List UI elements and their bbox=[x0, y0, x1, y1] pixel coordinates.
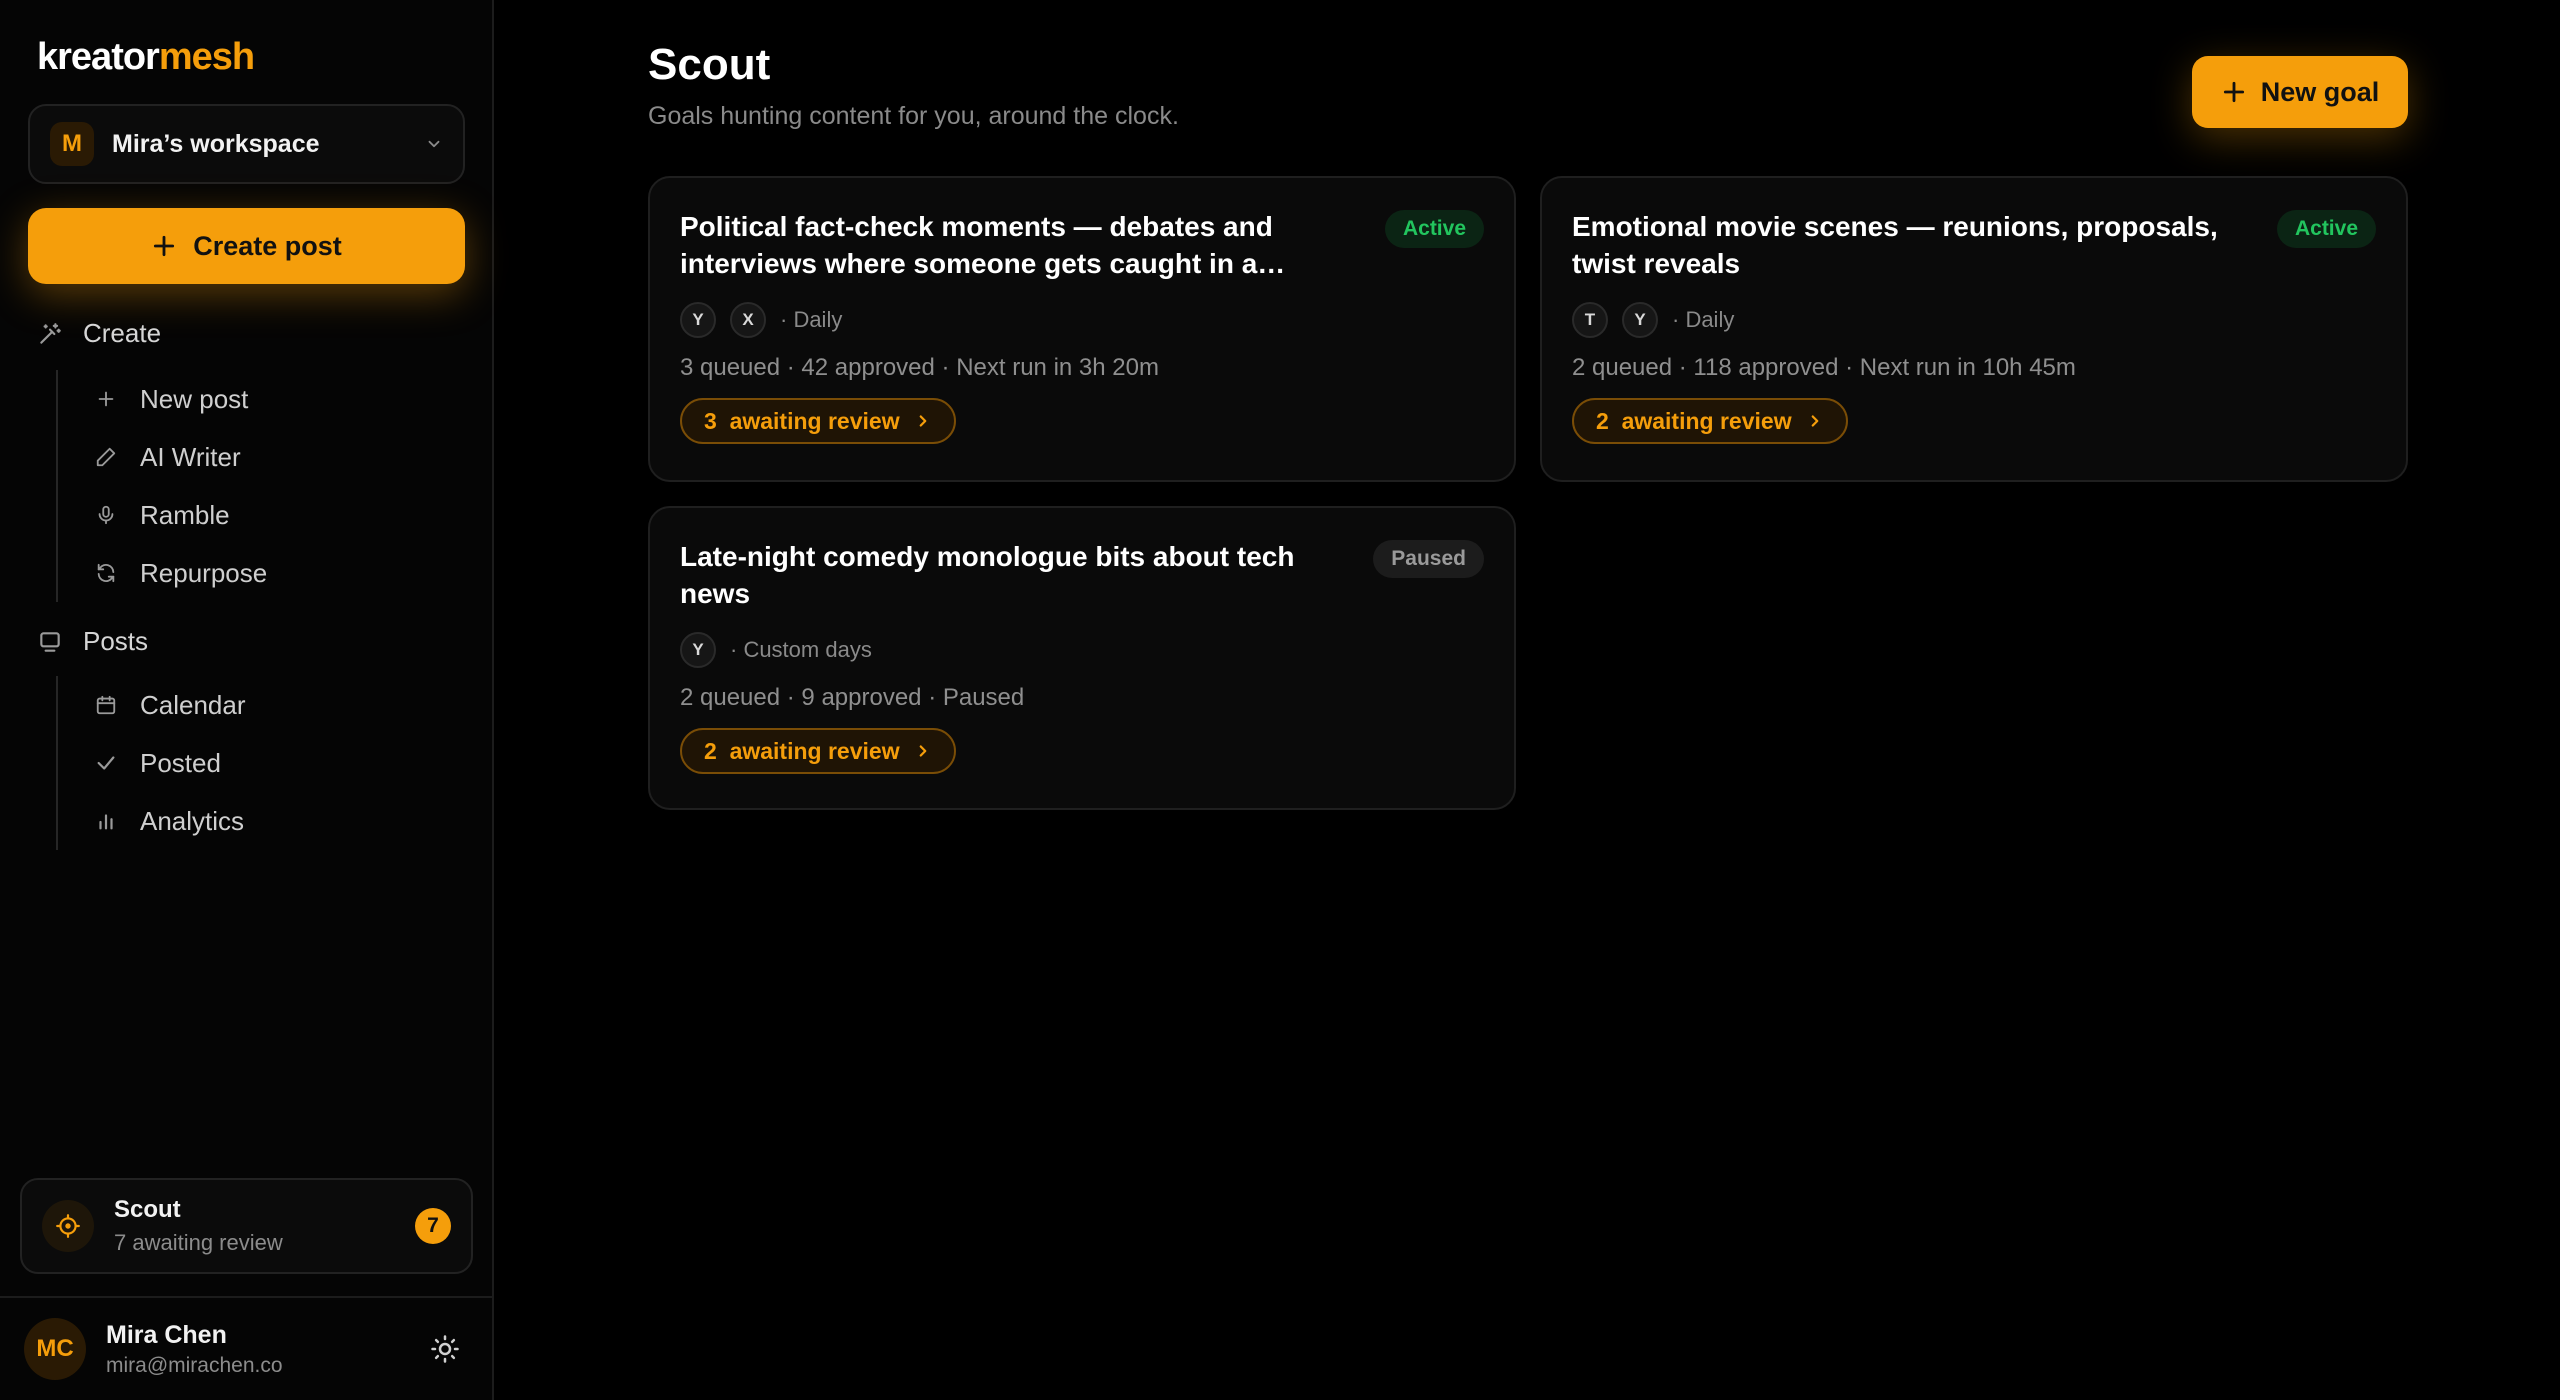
sun-icon[interactable] bbox=[430, 1334, 460, 1364]
goal-schedule: · Custom days bbox=[730, 637, 872, 662]
sidebar-item-new-post[interactable]: New post bbox=[58, 370, 267, 428]
sidebar-item-ramble[interactable]: Ramble bbox=[58, 486, 267, 544]
sidebar-item-label: New post bbox=[140, 383, 249, 414]
goal-title[interactable]: Late-night comedy monologue bits about t… bbox=[680, 538, 1340, 612]
logo-text-accent: mesh bbox=[158, 36, 255, 78]
sidebar-item-calendar[interactable]: Calendar bbox=[58, 676, 246, 734]
awaiting-review-button[interactable]: 3 awaiting review bbox=[680, 398, 956, 444]
awaiting-review-button[interactable]: 2 awaiting review bbox=[1572, 398, 1848, 444]
section-create-label: Create bbox=[83, 318, 162, 348]
workspace-name: Mira’s workspace bbox=[112, 129, 320, 158]
magic-wand-icon bbox=[37, 321, 63, 347]
user-profile: MC Mira Chen mira@mirachen.co bbox=[0, 1296, 494, 1400]
plus-icon bbox=[94, 388, 118, 410]
goal-schedule: · Daily bbox=[780, 307, 843, 332]
posts-nav-group: Calendar Posted Analytics bbox=[56, 676, 246, 850]
awaiting-review-button[interactable]: 2 awaiting review bbox=[680, 728, 956, 774]
goal-meta: T Y · Daily bbox=[1572, 302, 2376, 338]
section-create[interactable]: Create bbox=[37, 318, 161, 349]
sidebar-item-label: Calendar bbox=[140, 689, 246, 720]
avatar[interactable]: MC bbox=[24, 1318, 86, 1380]
workspace-switcher[interactable]: M Mira’s workspace bbox=[28, 104, 465, 184]
sidebar-item-label: Analytics bbox=[140, 805, 245, 836]
sidebar-item-analytics[interactable]: Analytics bbox=[58, 792, 246, 850]
plus-icon bbox=[2221, 79, 2247, 105]
sidebar-item-repurpose[interactable]: Repurpose bbox=[58, 544, 267, 602]
create-post-button[interactable]: Create post bbox=[28, 208, 465, 284]
bar-chart-icon bbox=[94, 810, 118, 832]
workspace-avatar: M bbox=[50, 122, 94, 166]
goal-stats: 3 queued · 42 approved · Next run in 3h … bbox=[680, 354, 1159, 381]
plus-icon bbox=[151, 233, 177, 259]
goal-stats: 2 queued · 9 approved · Paused bbox=[680, 684, 1025, 711]
status-badge: Paused bbox=[1373, 540, 1484, 578]
new-goal-label: New goal bbox=[2260, 76, 2380, 107]
crosshair-icon bbox=[42, 1200, 94, 1252]
chevron-down-icon bbox=[425, 135, 443, 153]
goal-card[interactable]: Political fact-check moments — debates a… bbox=[648, 176, 1516, 482]
scout-widget-subtitle: 7 awaiting review bbox=[114, 1230, 283, 1255]
sidebar: kreatormesh M Mira’s workspace Create po… bbox=[0, 0, 494, 1400]
platform-badge: Y bbox=[1622, 302, 1658, 338]
chevron-right-icon bbox=[1806, 412, 1824, 430]
chevron-right-icon bbox=[914, 412, 932, 430]
goal-schedule: · Daily bbox=[1672, 307, 1735, 332]
platform-badge: T bbox=[1572, 302, 1608, 338]
create-nav-group: New post AI Writer Ramble Repurpose bbox=[56, 370, 267, 602]
chevron-right-icon bbox=[914, 742, 932, 760]
page-subtitle: Goals hunting content for you, around th… bbox=[648, 102, 1179, 130]
awaiting-review-label: 2 awaiting review bbox=[1596, 407, 1792, 434]
logo-text-primary: kreator bbox=[37, 36, 160, 78]
platform-badge: Y bbox=[680, 632, 716, 668]
goal-stats: 2 queued · 118 approved · Next run in 10… bbox=[1572, 354, 2076, 381]
user-email: mira@mirachen.co bbox=[106, 1353, 283, 1377]
scout-count-badge: 7 bbox=[415, 1208, 451, 1244]
platform-badge: X bbox=[730, 302, 766, 338]
sidebar-item-label: AI Writer bbox=[140, 441, 241, 472]
microphone-icon bbox=[94, 504, 118, 526]
goal-title[interactable]: Emotional movie scenes — reunions, propo… bbox=[1572, 208, 2232, 282]
monitor-icon bbox=[37, 629, 63, 655]
page-title: Scout bbox=[648, 40, 771, 89]
section-posts-label: Posts bbox=[83, 626, 149, 656]
goal-title[interactable]: Political fact-check moments — debates a… bbox=[680, 208, 1340, 282]
goal-card[interactable]: Emotional movie scenes — reunions, propo… bbox=[1540, 176, 2408, 482]
sidebar-item-ai-writer[interactable]: AI Writer bbox=[58, 428, 267, 486]
goal-card[interactable]: Late-night comedy monologue bits about t… bbox=[648, 506, 1516, 810]
check-icon bbox=[94, 752, 118, 774]
brand-logo[interactable]: kreatormesh bbox=[37, 34, 255, 80]
sidebar-item-label: Posted bbox=[140, 747, 221, 778]
goal-meta: Y X · Daily bbox=[680, 302, 1484, 338]
scout-widget[interactable]: Scout 7 awaiting review 7 bbox=[20, 1178, 473, 1274]
pencil-icon bbox=[94, 446, 118, 468]
status-badge: Active bbox=[2276, 210, 2376, 248]
user-name: Mira Chen bbox=[106, 1320, 227, 1349]
status-badge: Active bbox=[1384, 210, 1484, 248]
section-posts[interactable]: Posts bbox=[37, 626, 148, 657]
scout-widget-title: Scout bbox=[114, 1196, 181, 1223]
new-goal-button[interactable]: New goal bbox=[2192, 56, 2408, 128]
sidebar-item-label: Repurpose bbox=[140, 557, 268, 588]
sidebar-item-posted[interactable]: Posted bbox=[58, 734, 246, 792]
calendar-icon bbox=[94, 694, 118, 716]
platform-badge: Y bbox=[680, 302, 716, 338]
create-post-label: Create post bbox=[193, 230, 342, 261]
sidebar-item-label: Ramble bbox=[140, 499, 230, 530]
goal-meta: Y · Custom days bbox=[680, 632, 1484, 668]
awaiting-review-label: 3 awaiting review bbox=[704, 407, 900, 434]
awaiting-review-label: 2 awaiting review bbox=[704, 737, 900, 764]
refresh-icon bbox=[94, 562, 118, 584]
